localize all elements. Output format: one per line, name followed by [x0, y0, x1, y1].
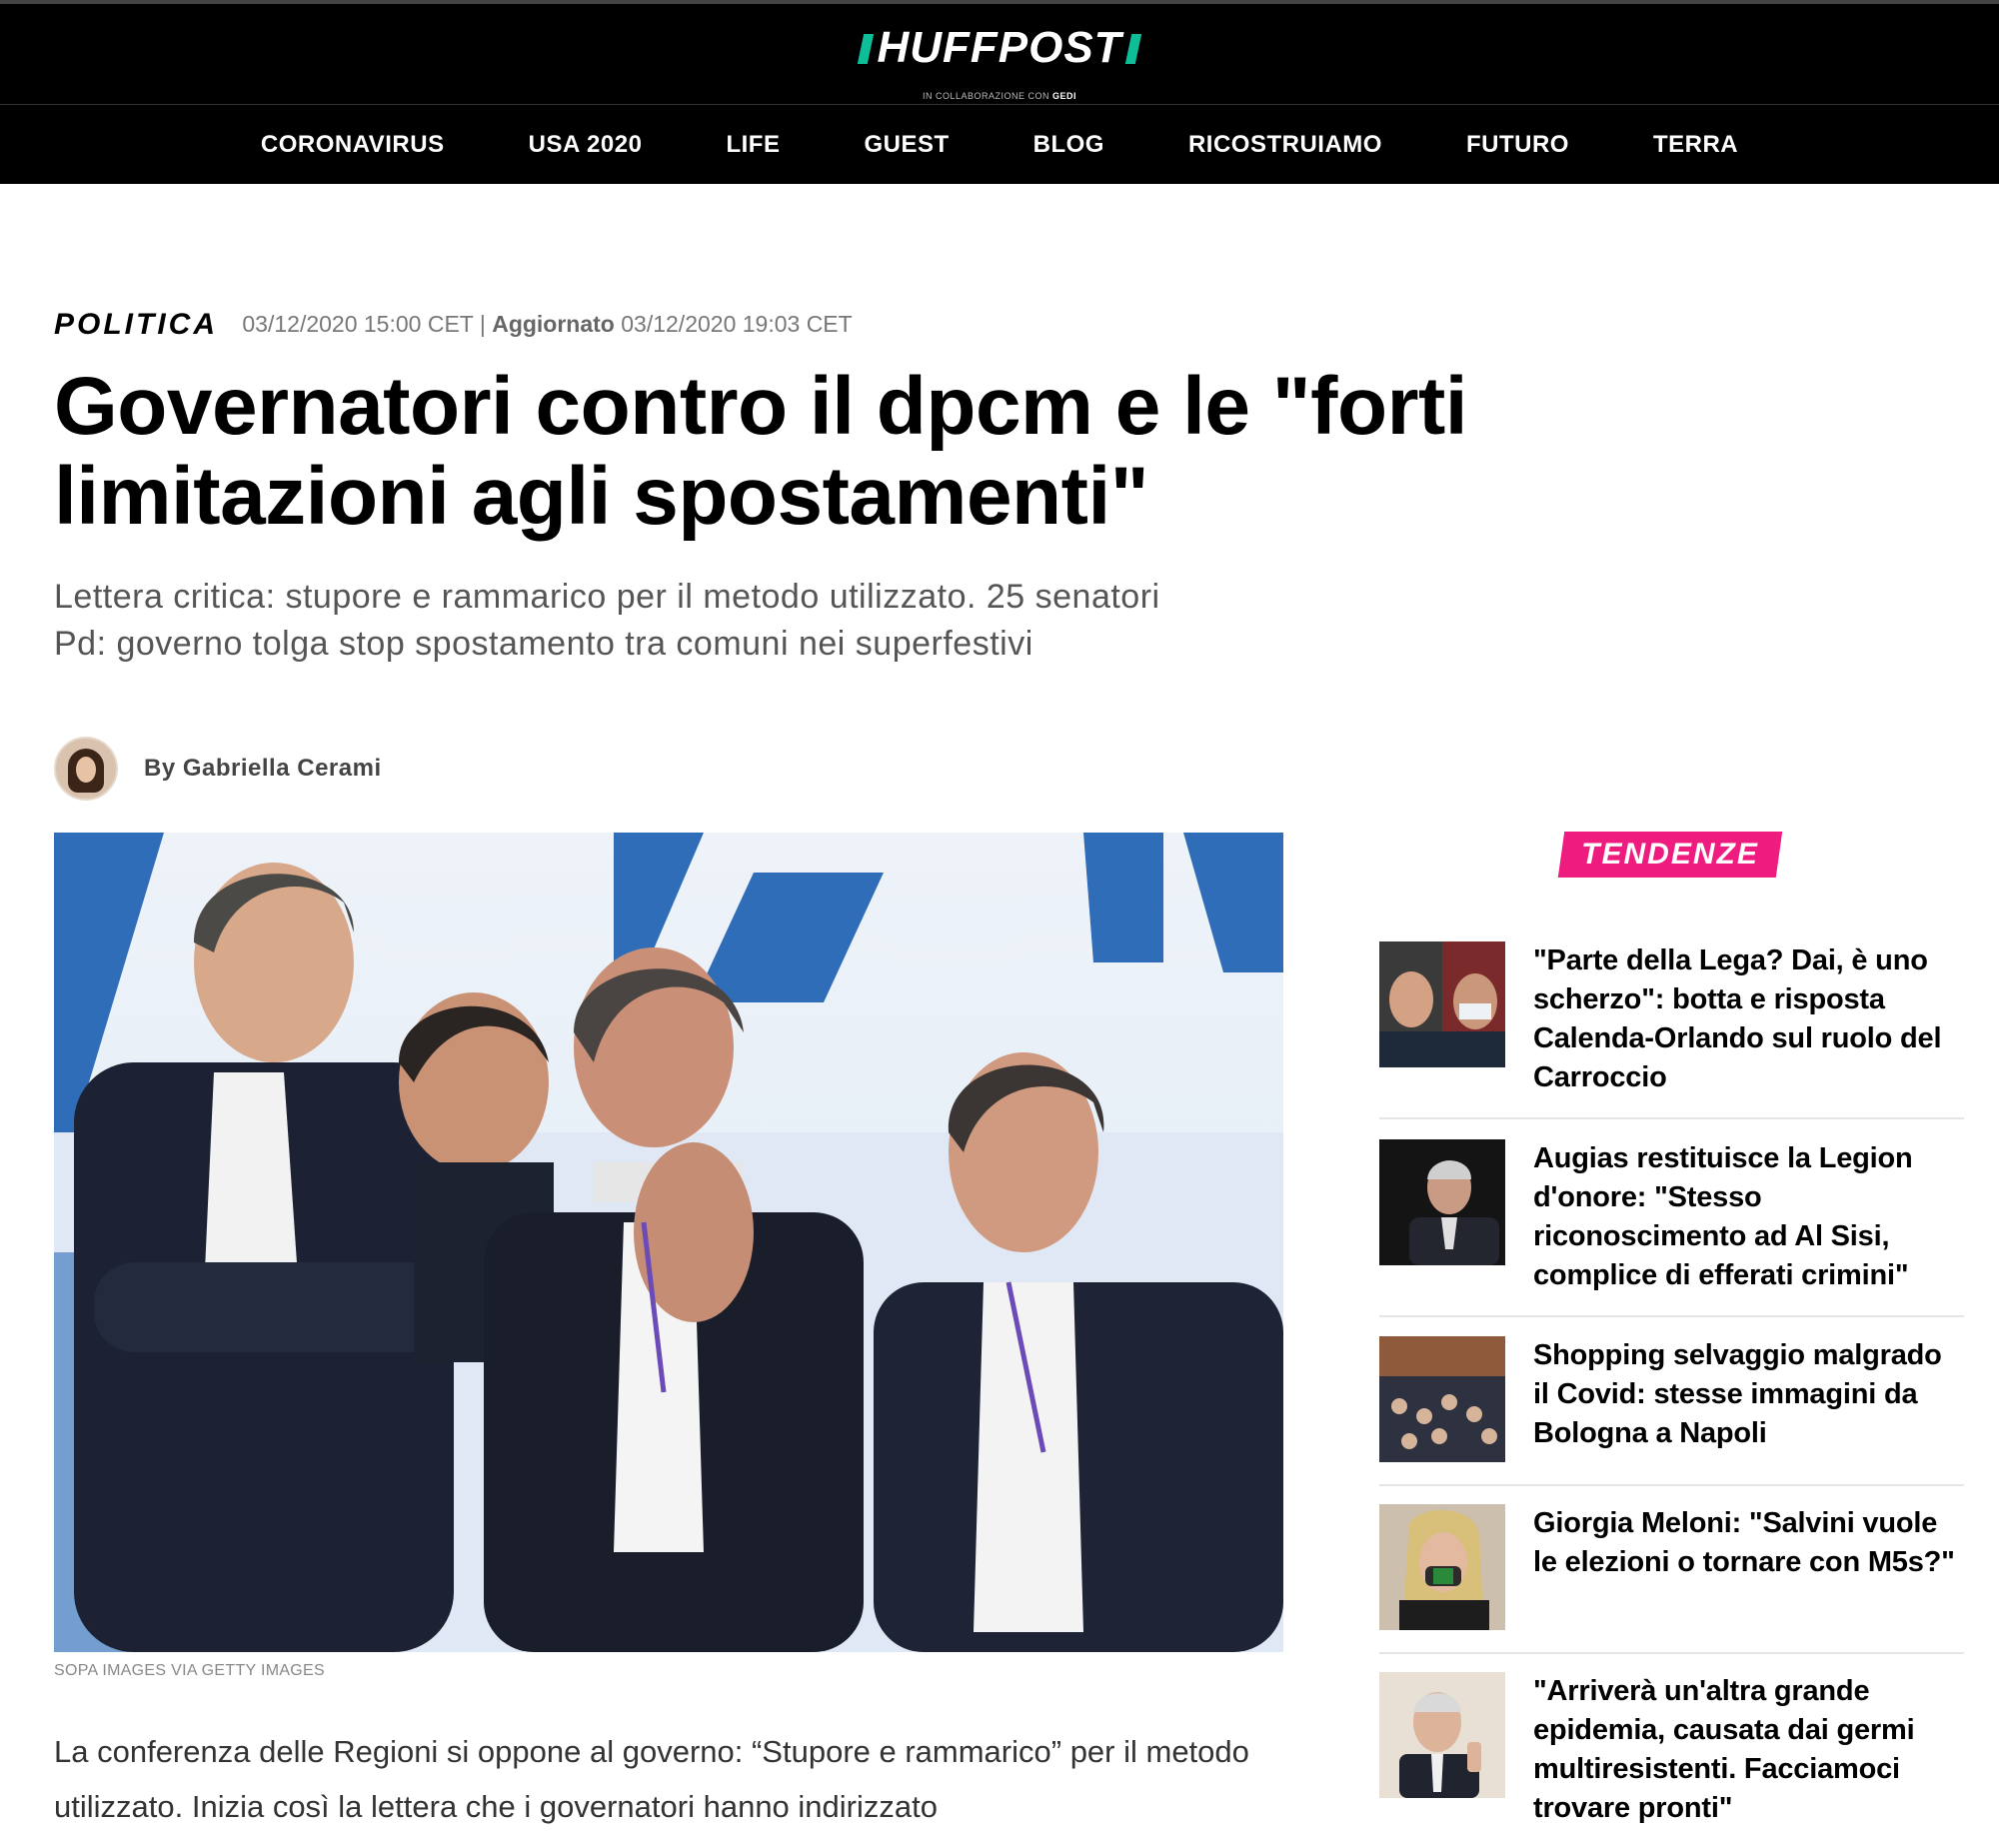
- article-body: La conferenza delle Regioni si oppone al…: [54, 1734, 1249, 1824]
- trending-title[interactable]: Giorgia Meloni: "Salvini vuole le elezio…: [1533, 1504, 1964, 1652]
- trending-item[interactable]: Augias restituisce la Legion d'onore: "S…: [1379, 1139, 1964, 1317]
- logo-text: HUFFPOST: [877, 23, 1122, 72]
- trending-title[interactable]: "Arriverà un'altra grande epidemia, caus…: [1533, 1672, 1964, 1848]
- nav-life[interactable]: LIFE: [726, 131, 780, 159]
- updated-label: Aggiornato: [492, 311, 615, 337]
- logo-bar-left: [858, 34, 875, 64]
- nav-blog[interactable]: BLOG: [1033, 131, 1104, 159]
- trending-item[interactable]: Giorgia Meloni: "Salvini vuole le elezio…: [1379, 1504, 1964, 1654]
- trending-label: TENDENZE: [1557, 832, 1783, 878]
- byline: By Gabriella Cerami: [54, 737, 382, 801]
- logo-bar-right: [1124, 34, 1141, 64]
- trending-item[interactable]: Shopping selvaggio malgrado il Covid: st…: [1379, 1336, 1964, 1486]
- trending-item[interactable]: "Parte della Lega? Dai, è uno scherzo": …: [1379, 941, 1964, 1119]
- trending-label-text: TENDENZE: [1581, 838, 1759, 871]
- trending-thumbnail[interactable]: [1379, 1139, 1505, 1265]
- article-headline: Governatori contro il dpcm e le "forti l…: [54, 361, 1468, 542]
- trending-item[interactable]: "Arriverà un'altra grande epidemia, caus…: [1379, 1672, 1964, 1848]
- article-hero-image[interactable]: [54, 833, 1283, 1652]
- trending-title[interactable]: "Parte della Lega? Dai, è uno scherzo": …: [1533, 941, 1964, 1117]
- tagline-partner: GEDI: [1052, 91, 1077, 101]
- article-meta: POLITICA 03/12/2020 15:00 CET | Aggiorna…: [54, 308, 853, 342]
- site-header: HUFFPOST IN COLLABORAZIONE CON GEDI: [0, 0, 1999, 104]
- updated-date: 03/12/2020 19:03 CET: [621, 311, 853, 337]
- nav-usa-2020[interactable]: USA 2020: [529, 131, 643, 159]
- nav-terra[interactable]: TERRA: [1653, 131, 1738, 159]
- image-caption: SOPA IMAGES VIA GETTY IMAGES: [54, 1662, 325, 1679]
- main-navigation: CORONAVIRUS USA 2020 LIFE GUEST BLOG RIC…: [0, 104, 1999, 184]
- trending-thumbnail[interactable]: [1379, 1336, 1505, 1462]
- trending-title[interactable]: Augias restituisce la Legion d'onore: "S…: [1533, 1139, 1964, 1315]
- author-avatar[interactable]: [54, 737, 118, 801]
- nav-futuro[interactable]: FUTURO: [1466, 131, 1569, 159]
- trending-thumbnail[interactable]: [1379, 1504, 1505, 1630]
- nav-coronavirus[interactable]: CORONAVIRUS: [261, 131, 445, 159]
- nav-guest[interactable]: GUEST: [864, 131, 949, 159]
- nav-ricostruiamo[interactable]: RICOSTRUIAMO: [1188, 131, 1382, 159]
- meta-separator: |: [479, 311, 486, 337]
- trending-title[interactable]: Shopping selvaggio malgrado il Covid: st…: [1533, 1336, 1964, 1484]
- section-label[interactable]: POLITICA: [54, 308, 218, 341]
- published-date: 03/12/2020 15:00 CET: [242, 311, 474, 337]
- author-name[interactable]: By Gabriella Cerami: [144, 755, 382, 783]
- trending-thumbnail[interactable]: [1379, 941, 1505, 1067]
- article-subhead: Lettera critica: stupore e rammarico per…: [54, 578, 1160, 663]
- tagline-text: IN COLLABORAZIONE CON: [922, 91, 1049, 101]
- hero-photo-illustration: [54, 833, 1283, 1652]
- trending-thumbnail[interactable]: [1379, 1672, 1505, 1798]
